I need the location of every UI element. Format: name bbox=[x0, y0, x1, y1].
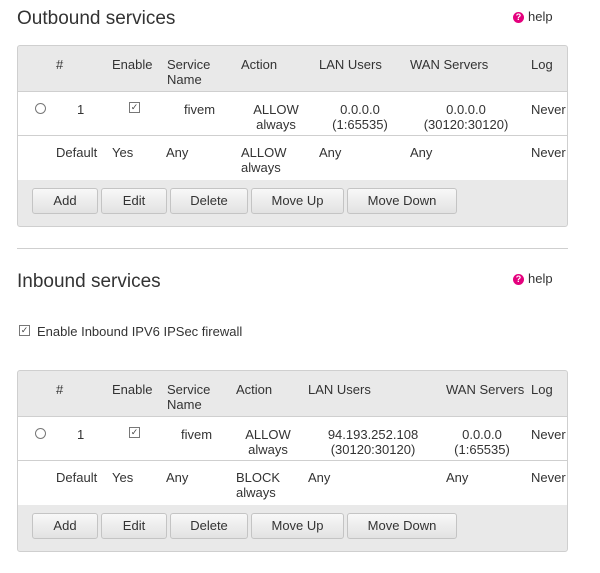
col-enable-header: Enable bbox=[112, 382, 153, 397]
row-service: fivem bbox=[181, 427, 213, 442]
inbound-title: Inbound services bbox=[17, 271, 161, 292]
row-enable: Yes bbox=[112, 470, 134, 485]
col-action-header: Action bbox=[236, 382, 273, 397]
row-wan-servers: 0.0.0.0 (30120:30120) bbox=[423, 102, 509, 132]
outbound-help-link[interactable]: ? help bbox=[513, 9, 553, 24]
row-action: ALLOW always bbox=[241, 145, 287, 175]
col-log-header: Log bbox=[531, 382, 553, 397]
row-action: ALLOW always bbox=[245, 427, 291, 457]
row-num: Default bbox=[56, 145, 98, 160]
row-num: 1 bbox=[77, 102, 85, 117]
help-label: help bbox=[528, 271, 553, 286]
inbound-table: # Enable Service Name Action LAN Users WA… bbox=[17, 370, 568, 552]
row-select-radio[interactable] bbox=[35, 103, 46, 114]
row-action: BLOCK always bbox=[236, 470, 281, 500]
col-num-header: # bbox=[56, 57, 64, 72]
row-log: Never bbox=[531, 145, 566, 160]
row-enable: Yes bbox=[112, 145, 134, 160]
row-service: Any bbox=[166, 470, 189, 485]
col-service-header: Service Name bbox=[167, 57, 211, 87]
row-wan-servers: Any bbox=[410, 145, 433, 160]
table-row[interactable]: 1 ✓ fivem ALLOW always 0.0.0.0 (1:65535) 0… bbox=[18, 91, 567, 136]
col-lan-header: LAN Users bbox=[308, 382, 371, 397]
row-num: Default bbox=[56, 470, 98, 485]
row-wan-servers: 0.0.0.0 (1:65535) bbox=[454, 427, 510, 457]
col-wan-header: WAN Servers bbox=[410, 57, 489, 72]
inbound-button-bar: Add Edit Delete Move Up Move Down bbox=[18, 513, 567, 539]
outbound-table: # Enable Service Name Action LAN Users WA… bbox=[17, 45, 568, 227]
move-up-button[interactable]: Move Up bbox=[251, 188, 344, 214]
move-down-button[interactable]: Move Down bbox=[347, 513, 457, 539]
ipsec-firewall-label: Enable Inbound IPV6 IPSec firewall bbox=[37, 324, 243, 339]
col-action-header: Action bbox=[241, 57, 278, 72]
row-num: 1 bbox=[77, 427, 85, 442]
row-log: Never bbox=[531, 102, 566, 117]
outbound-title: Outbound services bbox=[17, 8, 176, 29]
edit-button[interactable]: Edit bbox=[101, 513, 167, 539]
row-wan-servers: Any bbox=[446, 470, 469, 485]
row-action: ALLOW always bbox=[253, 102, 299, 132]
move-up-button[interactable]: Move Up bbox=[251, 513, 344, 539]
row-log: Never bbox=[531, 470, 566, 485]
table-row[interactable]: 1 ✓ fivem ALLOW always 94.193.252.108 (301… bbox=[18, 416, 567, 461]
row-lan-users: Any bbox=[319, 145, 342, 160]
section-divider bbox=[17, 248, 568, 249]
ipsec-firewall-checkbox[interactable]: ✓ bbox=[19, 325, 30, 336]
row-enable-checkbox[interactable]: ✓ bbox=[129, 102, 140, 113]
help-icon: ? bbox=[513, 274, 524, 285]
delete-button[interactable]: Delete bbox=[170, 513, 248, 539]
row-lan-users: 94.193.252.108 (30120:30120) bbox=[327, 427, 419, 457]
help-label: help bbox=[528, 9, 553, 24]
outbound-button-bar: Add Edit Delete Move Up Move Down bbox=[18, 188, 567, 214]
row-service: fivem bbox=[184, 102, 216, 117]
table-row-default: Default Yes Any ALLOW always Any Any Neve… bbox=[18, 135, 567, 180]
col-wan-header: WAN Servers bbox=[446, 382, 525, 397]
col-num-header: # bbox=[56, 382, 64, 397]
inbound-help-link[interactable]: ? help bbox=[513, 271, 553, 286]
help-icon: ? bbox=[513, 12, 524, 23]
col-log-header: Log bbox=[531, 57, 553, 72]
row-select-radio[interactable] bbox=[35, 428, 46, 439]
row-log: Never bbox=[531, 427, 566, 442]
row-service: Any bbox=[166, 145, 189, 160]
move-down-button[interactable]: Move Down bbox=[347, 188, 457, 214]
row-lan-users: 0.0.0.0 (1:65535) bbox=[332, 102, 388, 132]
add-button[interactable]: Add bbox=[32, 513, 98, 539]
col-enable-header: Enable bbox=[112, 57, 153, 72]
add-button[interactable]: Add bbox=[32, 188, 98, 214]
edit-button[interactable]: Edit bbox=[101, 188, 167, 214]
delete-button[interactable]: Delete bbox=[170, 188, 248, 214]
row-enable-checkbox[interactable]: ✓ bbox=[129, 427, 140, 438]
col-lan-header: LAN Users bbox=[319, 57, 382, 72]
col-service-header: Service Name bbox=[167, 382, 211, 412]
table-row-default: Default Yes Any BLOCK always Any Any Neve… bbox=[18, 460, 567, 505]
row-lan-users: Any bbox=[308, 470, 331, 485]
